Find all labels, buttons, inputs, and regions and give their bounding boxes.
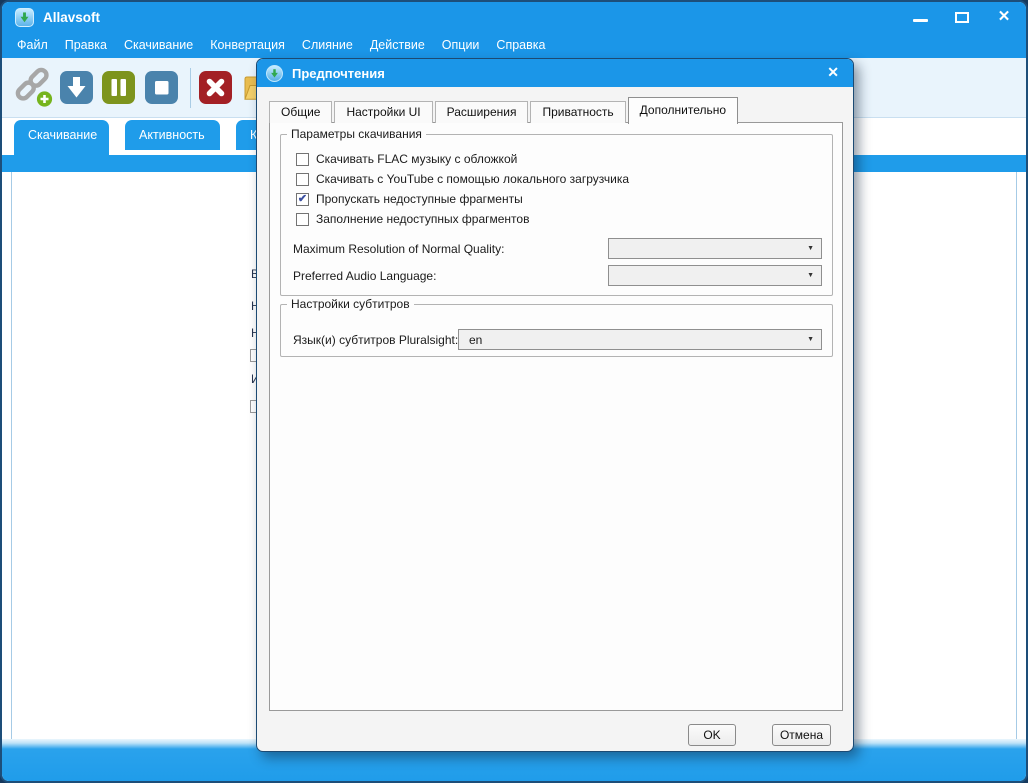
delete-x-icon [199,71,232,104]
menu-edit[interactable]: Правка [65,38,107,52]
label-max-resolution: Maximum Resolution of Normal Quality: [293,242,504,256]
close-button[interactable]: ✕ [996,9,1012,25]
menu-help[interactable]: Справка [496,38,545,52]
chevron-down-icon: ▼ [807,272,814,279]
pluralsight-subtitle-language-select[interactable]: en ▼ [458,329,822,350]
tab-download[interactable]: Скачивание [14,120,109,158]
dialog-titlebar: Предпочтения ✕ [257,59,853,87]
titlebar: Allavsoft ✕ [2,2,1026,32]
checkbox-row-flac: Скачивать FLAC музыку с обложкой [296,152,517,166]
max-resolution-select[interactable]: ▼ [608,238,822,259]
toolbar-separator [190,68,191,108]
preferences-dialog: Предпочтения ✕ Общие Настройки UI Расшир… [256,58,854,752]
label-pluralsight-subtitles: Язык(и) субтитров Pluralsight: [293,333,458,347]
tab-general[interactable]: Общие [269,101,332,123]
preferred-audio-language-select[interactable]: ▼ [608,265,822,286]
delete-button[interactable] [199,71,232,104]
group-download-parameters: Параметры скачивания Скачивать FLAC музы… [280,134,833,296]
menu-file[interactable]: Файл [17,38,48,52]
tab-activity[interactable]: Активность [125,120,220,150]
chevron-down-icon: ▼ [807,245,814,252]
ok-button[interactable]: OK [688,724,736,746]
tab-advanced[interactable]: Дополнительно [628,97,738,124]
maximize-button[interactable] [954,9,970,25]
chevron-down-icon: ▼ [807,336,814,343]
checkbox-fill-fragments[interactable] [296,213,309,226]
chain-link-icon [13,67,55,109]
minimize-button[interactable] [912,9,928,25]
dialog-close-button[interactable]: ✕ [827,64,839,81]
checkbox-youtube-local[interactable] [296,173,309,186]
label-preferred-audio: Preferred Audio Language: [293,269,436,283]
checkbox-flac-cover[interactable] [296,153,309,166]
menu-convert[interactable]: Конвертация [210,38,285,52]
menu-merge[interactable]: Слияние [302,38,353,52]
group-legend: Настройки субтитров [287,297,414,311]
tab-extensions[interactable]: Расширения [435,101,529,123]
pause-button[interactable] [102,71,135,104]
download-button[interactable] [60,71,93,104]
dialog-tab-strip: Общие Настройки UI Расширения Приватност… [269,98,740,123]
window-title: Allavsoft [43,10,100,25]
tab-privacy[interactable]: Приватность [530,101,625,123]
dialog-tab-pane: Параметры скачивания Скачивать FLAC музы… [269,122,843,711]
app-icon [15,8,34,27]
checkbox-row-skip-fragments: ✔ Пропускать недоступные фрагменты [296,192,523,206]
menu-action[interactable]: Действие [370,38,425,52]
menubar: Файл Правка Скачивание Конвертация Слиян… [2,32,1026,58]
stop-button[interactable] [145,71,178,104]
cancel-button[interactable]: Отмена [772,724,831,746]
stop-icon [145,71,178,104]
menu-options[interactable]: Опции [442,38,480,52]
checkbox-row-fill-fragments: Заполнение недоступных фрагментов [296,212,529,226]
tab-ui-settings[interactable]: Настройки UI [334,101,432,123]
add-link-button[interactable] [13,67,55,109]
dialog-title: Предпочтения [292,66,385,81]
download-arrow-icon [60,71,93,104]
group-legend: Параметры скачивания [287,127,426,141]
pause-icon [102,71,135,104]
checkbox-row-youtube-local: Скачивать с YouTube с помощью локального… [296,172,629,186]
screen: Allavsoft ✕ Файл Правка Скачивание Конве… [0,0,1028,783]
dialog-app-icon [266,65,283,82]
checkbox-skip-fragments[interactable]: ✔ [296,193,309,206]
group-subtitle-settings: Настройки субтитров Язык(и) субтитров Pl… [280,304,833,357]
menu-download[interactable]: Скачивание [124,38,193,52]
